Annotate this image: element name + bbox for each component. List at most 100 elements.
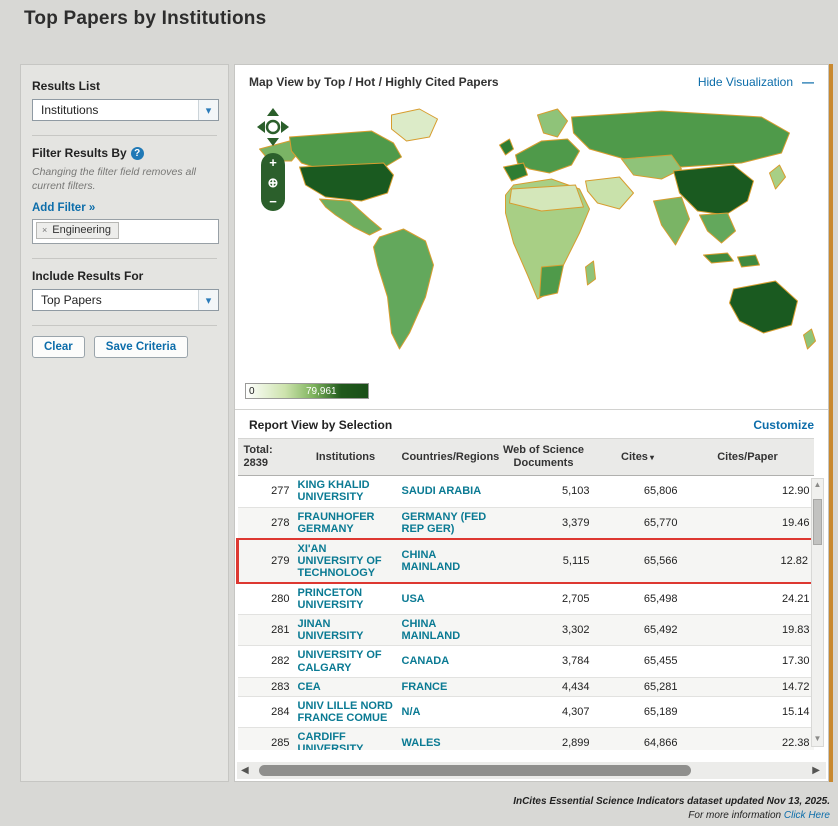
click-here-link[interactable]: Click Here — [784, 810, 830, 821]
zoom-out-icon[interactable]: − — [269, 195, 277, 208]
column-wos-documents: Web of Science Documents — [494, 439, 594, 476]
country-link[interactable]: CANADA — [402, 655, 450, 667]
world-map-visualization[interactable] — [241, 97, 822, 377]
map-zoom-control[interactable]: + ⊕ − — [261, 153, 285, 211]
clear-button[interactable]: Clear — [32, 336, 85, 358]
scroll-left-icon[interactable]: ◀ — [237, 765, 253, 776]
cites-value: 65,455 — [594, 646, 682, 677]
remove-filter-icon[interactable]: × — [42, 225, 47, 235]
institution-link[interactable]: CEA — [298, 681, 321, 693]
docs-value: 3,784 — [494, 646, 594, 677]
help-icon[interactable]: ? — [131, 147, 144, 160]
dataset-footer: InCites Essential Science Indicators dat… — [513, 795, 830, 822]
sidebar-divider — [32, 258, 217, 259]
main-panel: Map View by Top / Hot / Highly Cited Pap… — [234, 64, 829, 782]
institution-link[interactable]: XI'AN UNIVERSITY OF TECHNOLOGY — [298, 543, 382, 579]
country-link[interactable]: SAUDI ARABIA — [402, 485, 482, 497]
column-cites-label: Cites — [621, 451, 648, 463]
column-countries: Countries/Regions — [398, 439, 494, 476]
scroll-down-icon[interactable]: ▼ — [814, 733, 822, 745]
institution-link[interactable]: UNIVERSITY OF CALGARY — [298, 649, 382, 673]
cites-per-paper-value: 17.30 — [682, 646, 814, 677]
customize-link[interactable]: Customize — [753, 418, 814, 432]
cites-per-paper-value: 14.72 — [682, 677, 814, 696]
country-link[interactable]: GERMANY (FED REP GER) — [402, 511, 487, 535]
rank-cell: 282 — [238, 646, 294, 677]
institution-link[interactable]: PRINCETON UNIVERSITY — [298, 587, 364, 611]
country-link[interactable]: CHINA MAINLAND — [402, 618, 461, 642]
results-list-dropdown[interactable]: Institutions ▾ — [32, 99, 219, 121]
table-row: 284 UNIV LILLE NORD FRANCE COMUE N/A 4,3… — [238, 696, 814, 727]
country-link[interactable]: USA — [402, 593, 425, 605]
institution-link[interactable]: JINAN UNIVERSITY — [298, 618, 364, 642]
map-view-title: Map View by Top / Hot / Highly Cited Pap… — [249, 75, 499, 89]
filter-tags-box[interactable]: × Engineering — [32, 219, 219, 244]
page-title: Top Papers by Institutions — [24, 8, 266, 30]
cites-per-paper-value: 22.38 — [682, 727, 814, 750]
map-pan-compass-icon[interactable] — [254, 107, 292, 147]
institution-link[interactable]: UNIV LILLE NORD FRANCE COMUE — [298, 700, 393, 724]
visualization-header: Map View by Top / Hot / Highly Cited Pap… — [235, 65, 828, 97]
cites-value: 65,189 — [594, 696, 682, 727]
docs-value: 3,302 — [494, 615, 594, 646]
zoom-in-icon[interactable]: + — [269, 156, 277, 169]
map-legend-row: 0 79,961 — [235, 377, 828, 409]
institution-link[interactable]: FRAUNHOFER GERMANY — [298, 511, 375, 535]
docs-value: 5,103 — [494, 476, 594, 507]
chevron-down-icon[interactable]: ▾ — [198, 290, 218, 310]
collapse-icon: — — [802, 75, 814, 89]
docs-value: 4,307 — [494, 696, 594, 727]
sidebar-divider — [32, 135, 217, 136]
cites-per-paper-value: 24.21 — [682, 583, 814, 615]
cites-per-paper-value: 19.46 — [682, 507, 814, 539]
filter-tag-engineering[interactable]: × Engineering — [36, 222, 119, 239]
rank-cell: 278 — [238, 507, 294, 539]
rank-cell: 279 — [238, 539, 294, 583]
vertical-scroll-thumb[interactable] — [813, 499, 822, 545]
docs-value: 5,115 — [494, 539, 594, 583]
country-link[interactable]: CHINA MAINLAND — [402, 549, 461, 573]
esi-top-papers-page: Top Papers by Institutions Results List … — [0, 0, 838, 826]
sort-desc-icon: ▾ — [650, 453, 654, 462]
rank-cell: 280 — [238, 583, 294, 615]
include-results-label: Include Results For — [32, 269, 217, 283]
cites-per-paper-value: 12.82 — [682, 539, 814, 583]
globe-icon[interactable]: ⊕ — [268, 176, 279, 189]
table-row-highlighted: 279 XI'AN UNIVERSITY OF TECHNOLOGY CHINA… — [238, 539, 814, 583]
table-row: 285 CARDIFF UNIVERSITY WALES 2,899 64,86… — [238, 727, 814, 750]
country-link[interactable]: N/A — [402, 706, 421, 718]
map-area: + ⊕ − — [241, 97, 822, 377]
include-results-dropdown[interactable]: Top Papers ▾ — [32, 289, 219, 311]
column-cites-per-paper: Cites/Paper — [682, 439, 814, 476]
table-row: 277 KING KHALID UNIVERSITY SAUDI ARABIA … — [238, 476, 814, 507]
column-institutions: Institutions — [294, 439, 398, 476]
save-criteria-button[interactable]: Save Criteria — [94, 336, 188, 358]
horizontal-scrollbar[interactable]: ◀ ▶ — [237, 762, 826, 779]
hide-visualization-link[interactable]: Hide Visualization — — [698, 75, 814, 89]
scroll-up-icon[interactable]: ▲ — [814, 479, 822, 491]
report-table: Total: 2839 Institutions Countries/Regio… — [236, 438, 815, 750]
legend-max-value: 79,961 — [306, 386, 337, 397]
institution-link[interactable]: KING KHALID UNIVERSITY — [298, 479, 370, 503]
filter-tag-label: Engineering — [52, 224, 111, 236]
cites-value: 65,806 — [594, 476, 682, 507]
institution-link[interactable]: CARDIFF UNIVERSITY — [298, 731, 364, 750]
country-link[interactable]: FRANCE — [402, 681, 448, 693]
vertical-scrollbar[interactable]: ▲ ▼ — [811, 478, 824, 747]
more-info-text: For more information — [688, 810, 784, 821]
cites-value: 64,866 — [594, 727, 682, 750]
docs-value: 2,899 — [494, 727, 594, 750]
rank-cell: 277 — [238, 476, 294, 507]
chevron-down-icon[interactable]: ▾ — [198, 100, 218, 120]
include-results-value: Top Papers — [41, 293, 102, 307]
rank-cell: 285 — [238, 727, 294, 750]
filter-results-label-text: Filter Results By — [32, 146, 127, 160]
report-table-container: Total: 2839 Institutions Countries/Regio… — [236, 438, 827, 750]
column-cites-sortable[interactable]: Cites▾ — [594, 439, 682, 476]
add-filter-link[interactable]: Add Filter » — [32, 202, 95, 214]
scroll-right-icon[interactable]: ▶ — [808, 765, 824, 776]
dataset-update-note: InCites Essential Science Indicators dat… — [513, 795, 830, 809]
country-link[interactable]: WALES — [402, 737, 441, 749]
rank-cell: 284 — [238, 696, 294, 727]
horizontal-scroll-thumb[interactable] — [259, 765, 691, 776]
